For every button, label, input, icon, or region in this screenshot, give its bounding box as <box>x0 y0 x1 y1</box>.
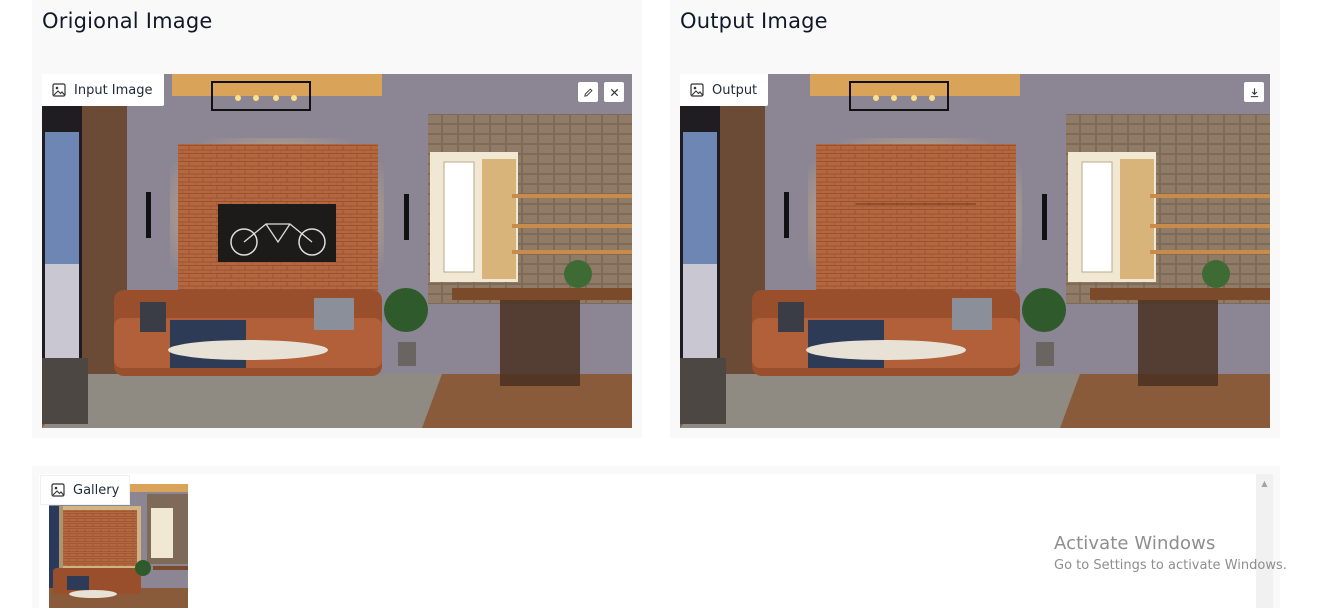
output-image-panel: Output Image Output <box>670 0 1280 438</box>
download-image-button[interactable] <box>1244 82 1264 102</box>
output-image-label-text: Output <box>712 82 758 98</box>
input-image-dropzone[interactable]: Input Image <box>42 74 632 428</box>
activate-windows-title: Activate Windows <box>1054 533 1216 554</box>
input-room-image <box>42 74 632 428</box>
input-image-label: Input Image <box>42 74 164 106</box>
chevron-up-icon[interactable]: ▲ <box>1256 478 1273 488</box>
activate-windows-subtitle: Go to Settings to activate Windows. <box>1054 558 1287 573</box>
input-image-panel: Origional Image Input Image <box>32 0 642 438</box>
pencil-icon <box>583 87 594 98</box>
clear-image-button[interactable] <box>604 82 624 102</box>
image-icon <box>51 483 65 497</box>
output-image-label: Output <box>680 74 769 106</box>
output-image-container: Output <box>680 74 1270 428</box>
output-panel-title: Output Image <box>680 9 828 33</box>
output-room-image <box>680 74 1270 428</box>
gallery-label: Gallery <box>40 475 131 505</box>
download-icon <box>1249 87 1260 98</box>
edit-image-button[interactable] <box>578 82 598 102</box>
image-icon <box>690 83 704 97</box>
input-panel-title: Origional Image <box>42 9 213 33</box>
activate-windows-watermark: Activate Windows Go to Settings to activ… <box>1054 533 1287 573</box>
input-image-label-text: Input Image <box>74 82 153 98</box>
close-icon <box>609 87 620 98</box>
image-icon <box>52 83 66 97</box>
gallery-label-text: Gallery <box>73 482 120 498</box>
